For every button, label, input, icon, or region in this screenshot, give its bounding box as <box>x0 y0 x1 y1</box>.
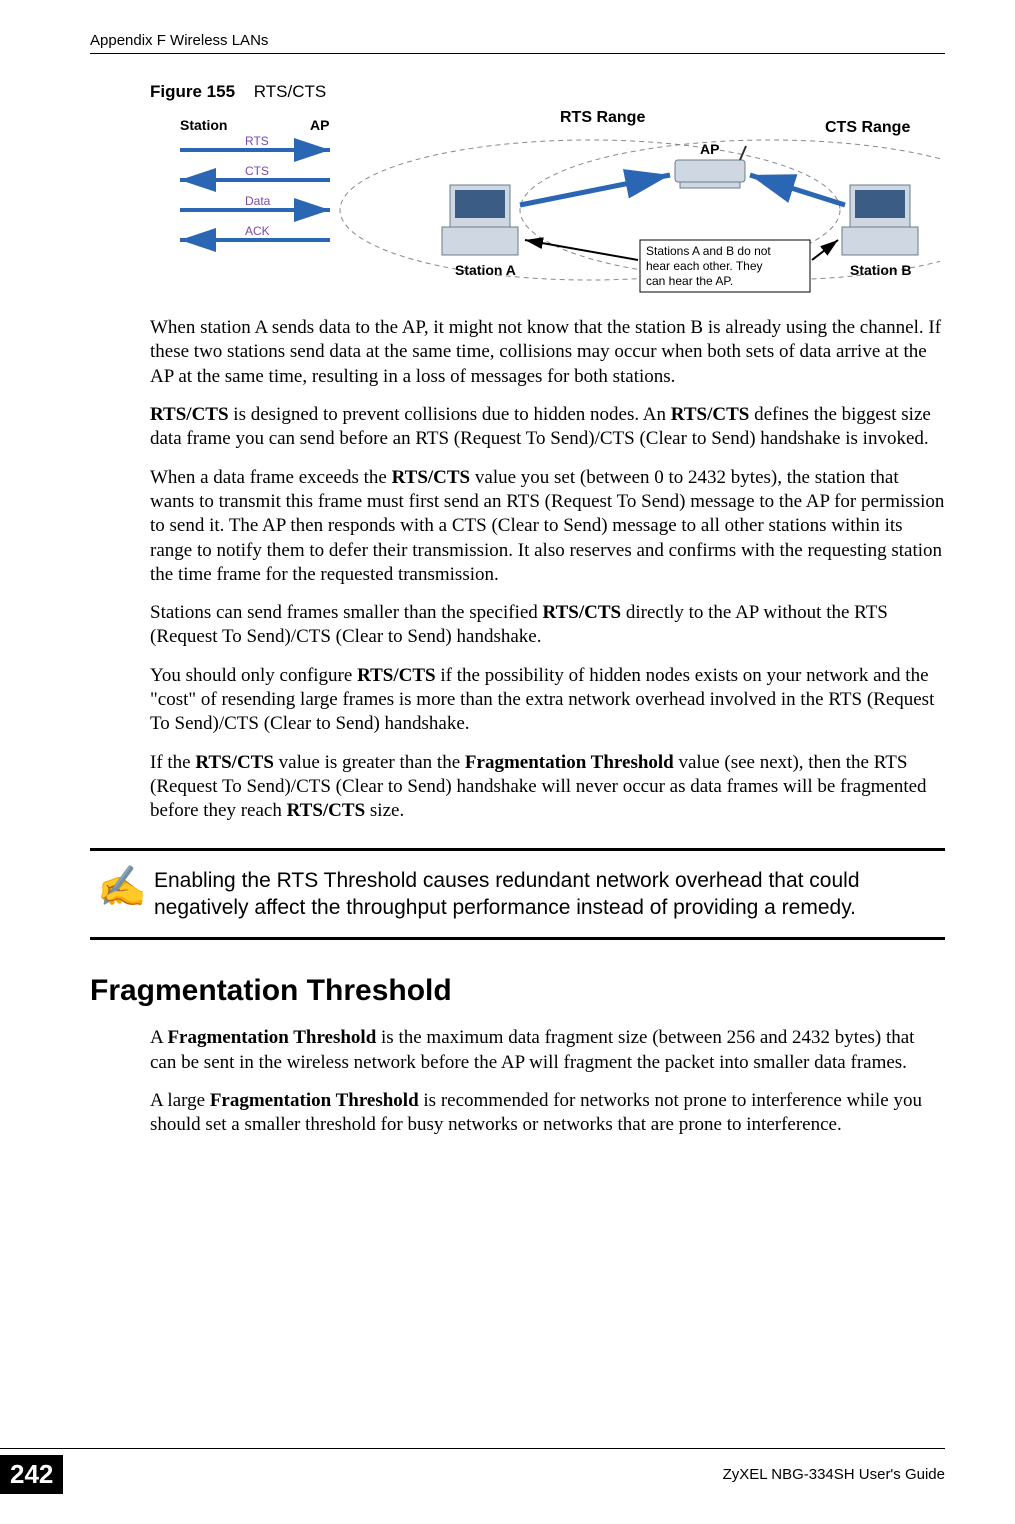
paragraph-5: You should only configure RTS/CTS if the… <box>150 664 945 737</box>
term-rts-cts-7: RTS/CTS <box>287 800 366 821</box>
seq-data: Data <box>245 194 271 208</box>
term-rts-cts: RTS/CTS <box>150 404 229 425</box>
footer-rule <box>0 1448 945 1449</box>
term-frag-threshold-3: Fragmentation Threshold <box>210 1090 419 1111</box>
running-header: Appendix F Wireless LANs <box>90 32 945 49</box>
page-number: 242 <box>0 1455 63 1494</box>
footer: 242 ZyXEL NBG-334SH User's Guide <box>0 1448 1015 1494</box>
seq-ack: ACK <box>245 224 270 238</box>
term-frag-threshold: Fragmentation Threshold <box>465 752 674 773</box>
header-rule <box>90 53 945 54</box>
sta-a-to-ap-arrow <box>520 175 670 205</box>
paragraph-2: RTS/CTS is designed to prevent collision… <box>150 403 945 452</box>
note-callout: ✍ Enabling the RTS Threshold causes redu… <box>90 848 945 941</box>
frag-paragraph-2: A large Fragmentation Threshold is recom… <box>150 1089 945 1138</box>
paragraph-6: If the RTS/CTS value is greater than the… <box>150 751 945 824</box>
rts-range-label: RTS Range <box>560 110 645 126</box>
sta-b-to-ap-arrow <box>750 175 845 205</box>
term-rts-cts-4: RTS/CTS <box>543 602 622 623</box>
ap-device-icon <box>675 160 745 182</box>
note-hand-icon: ✍ <box>90 867 154 907</box>
figure-title: RTS/CTS <box>254 82 326 101</box>
seq-ap-label: AP <box>310 117 329 133</box>
station-a-label: Station A <box>455 262 516 278</box>
station-b-label: Station B <box>850 262 911 278</box>
term-rts-cts-2: RTS/CTS <box>671 404 750 425</box>
note-line3: can hear the AP. <box>646 274 733 288</box>
seq-station-label: Station <box>180 117 227 133</box>
frag-paragraph-1: A Fragmentation Threshold is the maximum… <box>150 1026 945 1075</box>
note-to-a-arrow <box>525 240 638 260</box>
paragraph-4: Stations can send frames smaller than th… <box>150 601 945 650</box>
term-rts-cts-3: RTS/CTS <box>392 467 471 488</box>
section-heading-fragmentation: Fragmentation Threshold <box>90 974 945 1008</box>
term-rts-cts-6: RTS/CTS <box>195 752 274 773</box>
footer-guide-name: ZyXEL NBG-334SH User's Guide <box>723 1466 945 1483</box>
figure-caption: Figure 155 RTS/CTS <box>150 82 945 102</box>
term-rts-cts-5: RTS/CTS <box>357 665 436 686</box>
ap-label: AP <box>700 141 719 157</box>
header-left: Appendix F Wireless LANs <box>90 32 268 49</box>
figure-number: Figure 155 <box>150 82 235 101</box>
note-text: Enabling the RTS Threshold causes redund… <box>154 867 945 922</box>
note-line2: hear each other. They <box>646 259 763 273</box>
seq-cts: CTS <box>245 164 269 178</box>
station-a-icon <box>442 185 518 255</box>
note-line1: Stations A and B do not <box>646 244 771 258</box>
figure-rts-cts: Station AP RTS CTS Data ACK RTS Ran <box>150 110 945 300</box>
paragraph-1: When station A sends data to the AP, it … <box>150 316 945 389</box>
term-frag-threshold-2: Fragmentation Threshold <box>167 1027 376 1048</box>
station-b-icon <box>842 185 918 255</box>
note-to-b-arrow <box>812 240 838 260</box>
paragraph-3: When a data frame exceeds the RTS/CTS va… <box>150 466 945 588</box>
cts-range-label: CTS Range <box>825 119 910 136</box>
seq-rts: RTS <box>245 134 269 148</box>
